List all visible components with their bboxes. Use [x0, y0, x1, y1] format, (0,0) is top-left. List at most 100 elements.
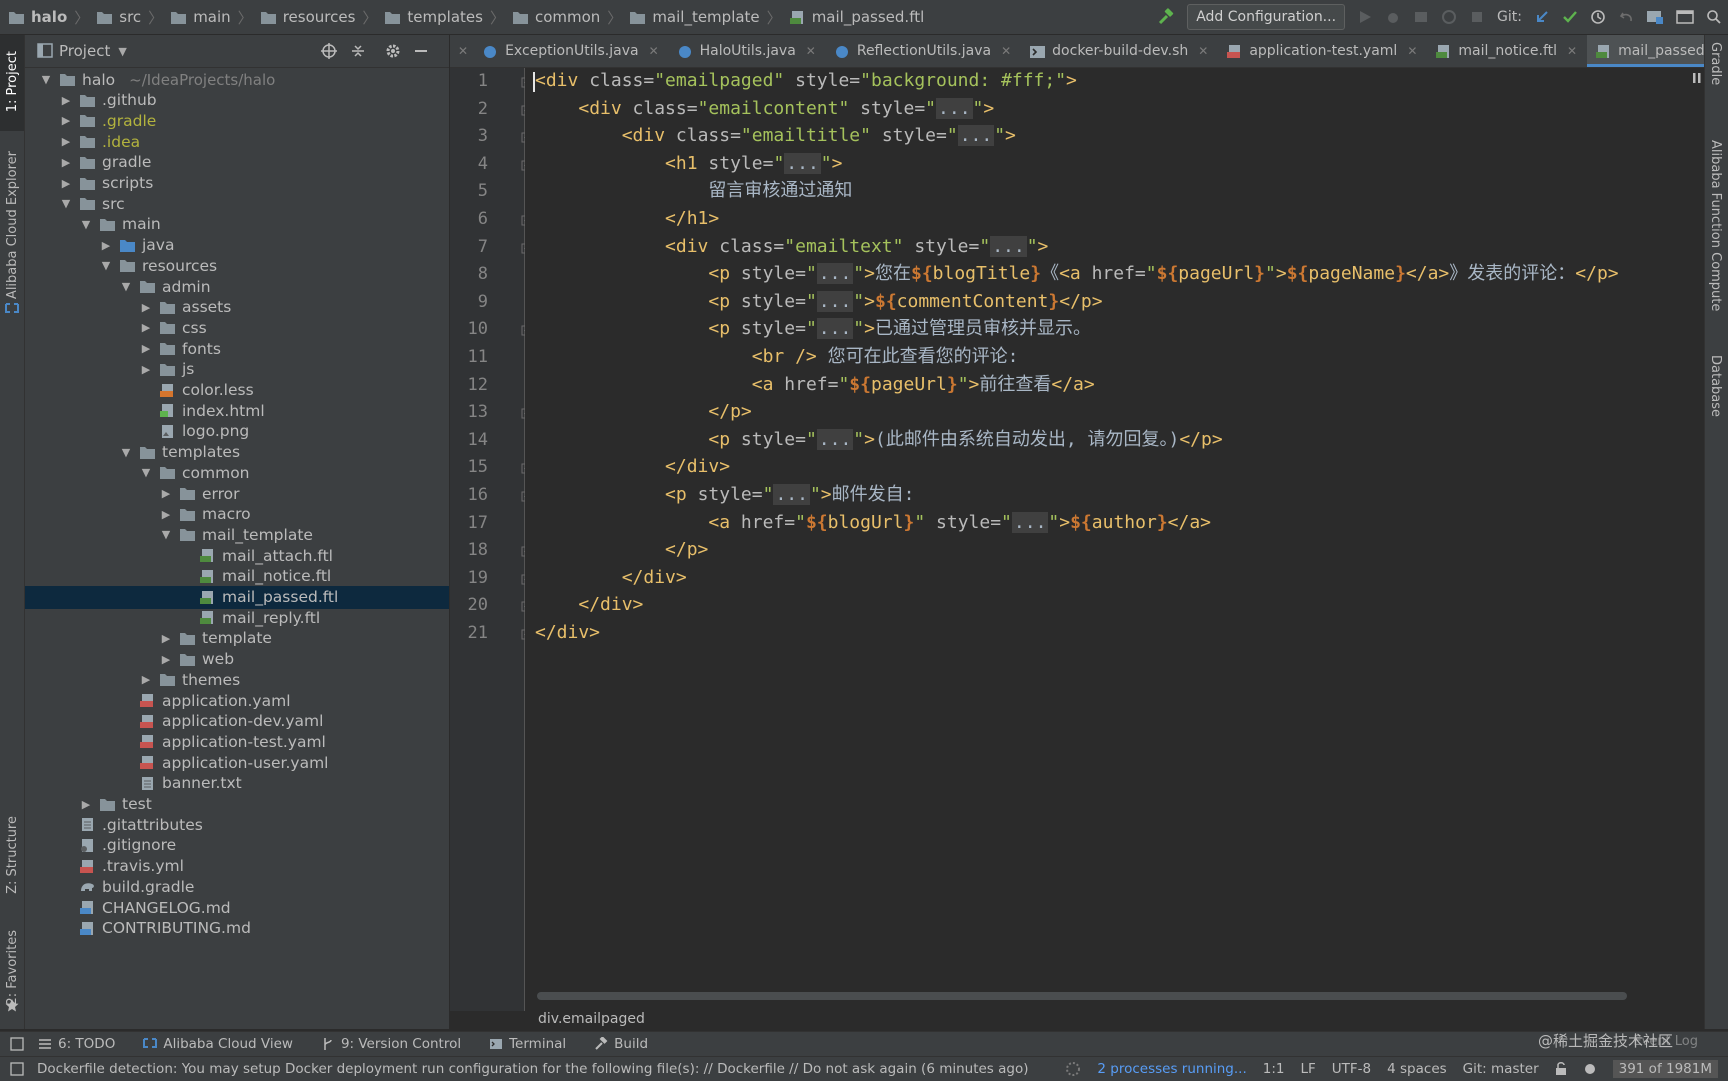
- coverage-icon[interactable]: [1413, 9, 1429, 25]
- breadcrumb-item[interactable]: common: [512, 8, 600, 26]
- tree-row[interactable]: ▶ .gradle: [25, 109, 449, 132]
- processes-running[interactable]: 2 processes running...: [1097, 1061, 1246, 1077]
- editor-tab[interactable]: application-test.yaml ✕: [1218, 35, 1427, 67]
- expand-down-icon[interactable]: ▼: [119, 280, 133, 293]
- line-separator[interactable]: LF: [1300, 1061, 1315, 1077]
- debug-icon[interactable]: [1385, 9, 1401, 25]
- code-line[interactable]: <p style="... ">${commentContent}</p>: [535, 289, 1103, 315]
- tree-row[interactable]: .gitattributes: [25, 813, 449, 836]
- tree-row[interactable]: application-dev.yaml: [25, 710, 449, 733]
- tree-row[interactable]: mail_attach.ftl: [25, 544, 449, 567]
- tree-row[interactable]: .gitignore: [25, 834, 449, 857]
- tree-row[interactable]: ▶ scripts: [25, 172, 449, 195]
- project-structure-icon[interactable]: [1646, 9, 1664, 25]
- alibaba-compute-tool-tab[interactable]: Alibaba Function Compute: [1708, 140, 1723, 315]
- expand-right-icon[interactable]: ▶: [79, 798, 93, 811]
- code-line[interactable]: </div>: [535, 454, 730, 480]
- project-panel-title[interactable]: Project: [59, 42, 110, 60]
- code-line[interactable]: <div class="emailpaged" style="backgroun…: [535, 68, 1077, 94]
- code-line[interactable]: </p>: [535, 399, 751, 425]
- breadcrumb-item[interactable]: src: [96, 8, 141, 26]
- editor-tab[interactable]: HaloUtils.java ✕: [669, 35, 826, 67]
- tree-row[interactable]: ▶ assets: [25, 296, 449, 319]
- breadcrumb-item[interactable]: mail_template: [629, 8, 760, 26]
- tree-row[interactable]: ▶ .idea: [25, 130, 449, 153]
- expand-right-icon[interactable]: ▶: [139, 342, 153, 355]
- expand-right-icon[interactable]: ▶: [59, 94, 73, 107]
- tree-row[interactable]: color.less: [25, 379, 449, 402]
- tab-close-icon[interactable]: ✕: [458, 44, 468, 58]
- code-line[interactable]: <p style="... ">邮件发自:: [535, 482, 914, 508]
- code-line[interactable]: </p>: [535, 537, 708, 563]
- expand-right-icon[interactable]: ▶: [139, 673, 153, 686]
- expand-right-icon[interactable]: ▶: [59, 156, 73, 169]
- close-icon[interactable]: ✕: [649, 44, 659, 58]
- tree-row[interactable]: ▶ web: [25, 648, 449, 671]
- breadcrumb-item[interactable]: mail_passed.ftl: [789, 8, 924, 26]
- tree-row[interactable]: banner.txt: [25, 772, 449, 795]
- git-history-icon[interactable]: [1590, 9, 1606, 25]
- tree-row[interactable]: ▶ js: [25, 358, 449, 381]
- stop-icon[interactable]: [1469, 9, 1485, 25]
- alibaba-explorer-tool-tab[interactable]: Alibaba Cloud Explorer: [0, 150, 24, 300]
- git-update-icon[interactable]: [1534, 9, 1550, 25]
- tree-row[interactable]: mail_passed.ftl: [25, 585, 449, 609]
- tree-row[interactable]: build.gradle: [25, 875, 449, 898]
- tree-row[interactable]: CONTRIBUTING.md: [25, 917, 449, 940]
- tree-row[interactable]: ▶ gradle: [25, 151, 449, 174]
- expand-right-icon[interactable]: ▶: [139, 301, 153, 314]
- caret-position[interactable]: 1:1: [1263, 1061, 1285, 1077]
- memory-indicator[interactable]: 391 of 1981M: [1612, 1060, 1718, 1078]
- gear-icon[interactable]: [385, 43, 401, 59]
- close-icon[interactable]: ✕: [1198, 44, 1208, 58]
- tree-row[interactable]: index.html: [25, 399, 449, 422]
- tree-row[interactable]: ▶ themes: [25, 668, 449, 691]
- code-line[interactable]: </div>: [535, 620, 600, 646]
- tree-row[interactable]: mail_notice.ftl: [25, 565, 449, 588]
- tree-row[interactable]: application-test.yaml: [25, 730, 449, 753]
- breadcrumb-item[interactable]: templates: [384, 8, 483, 26]
- tree-row[interactable]: application-user.yaml: [25, 751, 449, 774]
- presentation-mode-icon[interactable]: [1676, 9, 1694, 25]
- database-tool-tab[interactable]: Database: [1708, 355, 1723, 421]
- locate-icon[interactable]: [321, 43, 337, 59]
- inspection-widget-icon[interactable]: [1692, 72, 1702, 84]
- tree-row[interactable]: ▶ java: [25, 234, 449, 257]
- tree-row[interactable]: ▼ templates: [25, 441, 449, 464]
- expand-down-icon[interactable]: ▼: [159, 528, 173, 541]
- tree-row[interactable]: ▼ admin: [25, 275, 449, 298]
- code-line[interactable]: <a href="${blogUrl}" style="... ">${autho…: [535, 510, 1211, 536]
- tool-window-vcs[interactable]: 9: Version Control: [321, 1036, 461, 1052]
- breadcrumb-item[interactable]: halo: [8, 8, 67, 26]
- code-line[interactable]: <p style="... ">已通过管理员审核并显示。: [535, 316, 1091, 342]
- tool-window-terminal[interactable]: Terminal: [489, 1036, 566, 1052]
- tree-row[interactable]: ▼ main: [25, 213, 449, 236]
- tree-row[interactable]: ▶ template: [25, 627, 449, 650]
- tree-row[interactable]: ▶ error: [25, 482, 449, 505]
- chevron-down-icon[interactable]: ▼: [118, 45, 126, 58]
- code-line[interactable]: <div class="emailtitle" style="... ">: [535, 123, 1016, 149]
- tree-row[interactable]: ▼ common: [25, 461, 449, 484]
- close-icon[interactable]: ✕: [1567, 44, 1577, 58]
- expand-right-icon[interactable]: ▶: [59, 177, 73, 190]
- expand-right-icon[interactable]: ▶: [59, 135, 73, 148]
- expand-down-icon[interactable]: ▼: [59, 197, 73, 210]
- tree-row[interactable]: ▶ fonts: [25, 337, 449, 360]
- collapse-all-icon[interactable]: [350, 43, 366, 59]
- status-toggle-icon[interactable]: [10, 1062, 24, 1076]
- add-configuration-button[interactable]: Add Configuration...: [1187, 4, 1346, 30]
- close-icon[interactable]: ✕: [1001, 44, 1011, 58]
- tree-row[interactable]: ▼ mail_template: [25, 523, 449, 546]
- breadcrumb-item[interactable]: resources: [260, 8, 355, 26]
- expand-right-icon[interactable]: ▶: [159, 487, 173, 500]
- expand-down-icon[interactable]: ▼: [119, 446, 133, 459]
- inspector-icon[interactable]: [1583, 1062, 1597, 1076]
- code-line[interactable]: <div class="emailtext" style="... ">: [535, 234, 1048, 260]
- tree-row[interactable]: application.yaml: [25, 689, 449, 712]
- build-hammer-icon[interactable]: [1157, 8, 1175, 26]
- expand-right-icon[interactable]: ▶: [59, 114, 73, 127]
- horizontal-scrollbar[interactable]: [537, 992, 1627, 1000]
- expand-down-icon[interactable]: ▼: [79, 218, 93, 231]
- code-line[interactable]: <br /> 您可在此查看您的评论:: [535, 344, 1019, 370]
- tree-row[interactable]: .travis.yml: [25, 855, 449, 878]
